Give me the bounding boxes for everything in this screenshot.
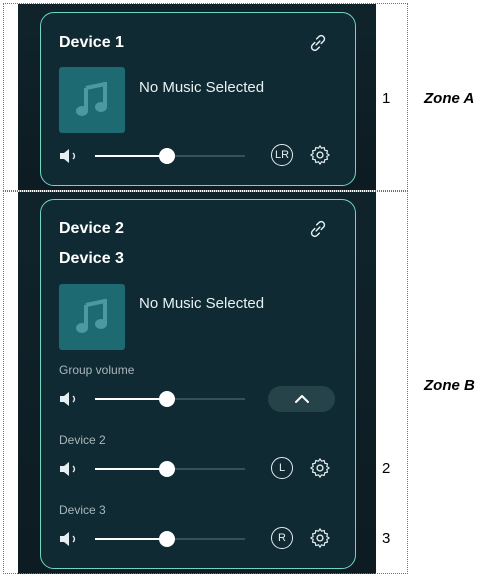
device-title-1: Device 2 xyxy=(59,220,124,237)
volume-slider[interactable] xyxy=(95,148,245,164)
device-2-volume-slider-knob[interactable] xyxy=(159,461,175,477)
now-playing-text: No Music Selected xyxy=(139,79,265,96)
device-3-volume-slider-fill xyxy=(95,538,167,540)
channel-button-right[interactable]: R xyxy=(271,527,293,549)
group-volume-label: Group volume xyxy=(59,363,135,377)
device-2-volume-slider-fill xyxy=(95,468,167,470)
volume-slider-knob[interactable] xyxy=(159,148,175,164)
device-title-2: Device 3 xyxy=(59,250,124,267)
group-volume-slider-fill xyxy=(95,398,167,400)
collapse-button[interactable] xyxy=(268,386,335,412)
album-art xyxy=(59,67,125,133)
speaker-icon xyxy=(60,532,76,546)
music-note-icon xyxy=(76,299,107,333)
chevron-up-icon xyxy=(294,395,309,403)
album-art xyxy=(59,284,125,350)
marker-3: 3 xyxy=(382,530,391,547)
group-volume-slider[interactable] xyxy=(95,391,245,407)
device-3-volume-slider[interactable] xyxy=(95,531,245,547)
gear-icon[interactable] xyxy=(309,144,331,166)
marker-1: 1 xyxy=(382,90,391,107)
zone-b-label: Zone B xyxy=(424,377,475,394)
device-2-volume-slider[interactable] xyxy=(95,461,245,477)
speaker-icon xyxy=(60,462,76,476)
group-volume-slider-knob[interactable] xyxy=(159,391,175,407)
channel-button-left[interactable]: L xyxy=(271,457,293,479)
device-3-volume-slider-knob[interactable] xyxy=(159,531,175,547)
device-2-label: Device 2 xyxy=(59,433,106,447)
gear-icon[interactable] xyxy=(309,527,331,549)
marker-2: 2 xyxy=(382,460,391,477)
volume-slider-fill xyxy=(95,155,167,157)
channel-button[interactable]: LR xyxy=(271,144,293,166)
device-3-label: Device 3 xyxy=(59,503,106,517)
speaker-icon xyxy=(60,392,76,406)
now-playing-text: No Music Selected xyxy=(139,295,265,312)
link-icon[interactable] xyxy=(307,218,329,240)
zone-b-card: Device 2 Device 3 No Music Selected Grou… xyxy=(40,199,356,569)
device-title: Device 1 xyxy=(59,34,124,51)
speaker-icon xyxy=(60,149,76,163)
zone-a-label: Zone A xyxy=(424,90,475,107)
link-icon[interactable] xyxy=(307,32,329,54)
music-note-icon xyxy=(76,82,107,116)
zone-a-card: Device 1 No Music Selected LR xyxy=(40,12,356,186)
gear-icon[interactable] xyxy=(309,457,331,479)
